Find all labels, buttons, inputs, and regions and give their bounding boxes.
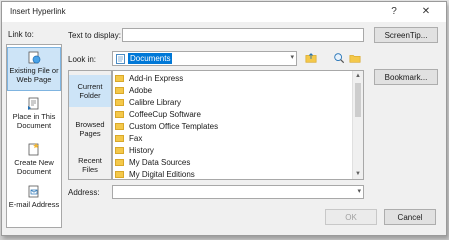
folder-icon — [115, 171, 124, 178]
list-item-label: Adobe — [129, 86, 153, 95]
browse-file-icon[interactable] — [348, 51, 362, 65]
up-one-folder-icon[interactable] — [304, 51, 318, 65]
folder-icon — [115, 135, 124, 142]
tab-browsed-pages[interactable]: Browsed Pages — [69, 113, 111, 145]
help-button[interactable]: ? — [386, 5, 402, 19]
globe-page-icon — [28, 51, 41, 64]
insert-hyperlink-dialog: Insert Hyperlink ? ✕ Link to: Existing F… — [1, 1, 447, 236]
link-to-email-address[interactable]: E-mail Address — [7, 183, 61, 227]
email-icon — [28, 185, 39, 198]
browse-web-icon[interactable] — [332, 51, 346, 65]
list-item-label: History — [129, 146, 154, 155]
link-to-pane: Existing File or Web Page Place in This … — [6, 44, 62, 228]
link-to-create-new-document-label: Create New Document — [14, 158, 54, 176]
list-item-label: Fax — [129, 134, 143, 143]
tab-recent-files[interactable]: Recent Files — [69, 149, 111, 181]
documents-folder-icon — [116, 54, 125, 64]
list-item-label: Add-in Express — [129, 74, 184, 83]
text-to-display-label: Text to display: — [68, 31, 121, 40]
link-to-create-new-document[interactable]: Create New Document — [7, 141, 61, 185]
data-folder-icon — [115, 159, 124, 166]
cancel-button[interactable]: Cancel — [384, 209, 436, 225]
tab-current-folder-label: Current Folder — [77, 82, 103, 100]
chevron-down-icon[interactable]: ▾ — [357, 187, 361, 195]
bookmark-button[interactable]: Bookmark... — [374, 69, 438, 85]
link-to-place-in-document-label: Place in This Document — [12, 112, 56, 130]
title-bar: Insert Hyperlink ? ✕ — [2, 2, 446, 22]
link-to-label: Link to: — [8, 30, 34, 39]
folder-icon — [115, 99, 124, 106]
look-in-select[interactable]: Documents ▾ — [112, 51, 297, 66]
folder-icon — [115, 111, 124, 118]
list-item-label: Custom Office Templates — [129, 122, 219, 131]
tab-current-folder[interactable]: Current Folder — [69, 75, 111, 107]
chevron-down-icon: ▾ — [290, 54, 294, 61]
close-button[interactable]: ✕ — [418, 5, 434, 19]
address-input[interactable]: ▾ — [112, 185, 364, 199]
look-in-value: Documents — [128, 53, 173, 64]
tab-recent-files-label: Recent Files — [78, 156, 102, 174]
list-item-label: Calibre Library — [129, 98, 182, 107]
browse-tabs-pane: Current Folder Browsed Pages Recent File… — [68, 70, 112, 180]
ok-button[interactable]: OK — [325, 209, 377, 225]
new-document-icon — [28, 143, 39, 156]
tab-browsed-pages-label: Browsed Pages — [75, 120, 105, 138]
dialog-title: Insert Hyperlink — [10, 7, 66, 16]
link-to-place-in-document[interactable]: Place in This Document — [7, 95, 61, 139]
scroll-down-icon[interactable]: ▼ — [353, 169, 363, 179]
list-item-label: My Data Sources — [129, 158, 191, 167]
folder-icon — [115, 75, 124, 82]
folder-icon — [115, 87, 124, 94]
link-to-email-address-label: E-mail Address — [8, 200, 60, 209]
list-item-label: CoffeeCup Software — [129, 110, 201, 119]
link-to-existing-file[interactable]: Existing File or Web Page — [7, 47, 61, 91]
look-in-label: Look in: — [68, 55, 97, 64]
link-to-existing-file-label: Existing File or Web Page — [9, 66, 59, 84]
text-to-display-input[interactable] — [122, 28, 364, 42]
document-place-icon — [28, 97, 39, 110]
scroll-thumb[interactable] — [355, 83, 361, 117]
file-list-scrollbar[interactable]: ▲ ▼ — [352, 71, 363, 179]
file-list[interactable]: Add-in Express Adobe Calibre Library Cof… — [112, 70, 364, 180]
screentip-button[interactable]: ScreenTip... — [374, 27, 438, 43]
address-label: Address: — [68, 188, 100, 197]
folder-icon — [115, 147, 124, 154]
list-item-label: My Digital Editions — [129, 170, 195, 179]
scroll-up-icon[interactable]: ▲ — [353, 71, 363, 81]
folder-icon — [115, 123, 124, 130]
